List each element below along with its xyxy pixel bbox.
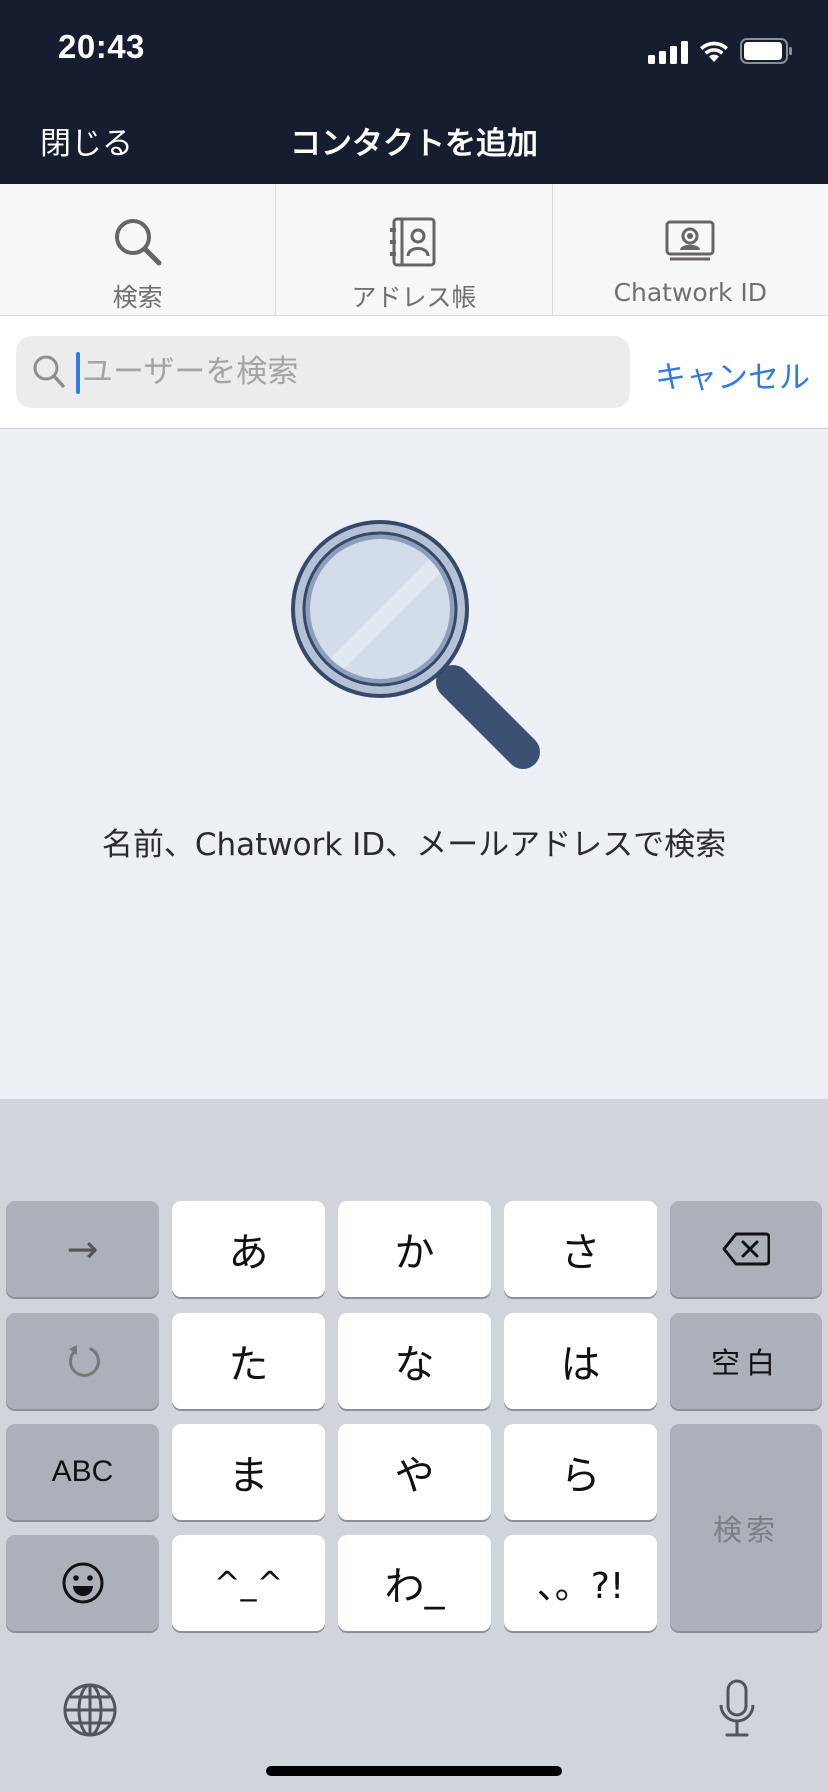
key-ya-label: や <box>394 1453 435 1499</box>
key-a[interactable]: あ <box>172 1201 325 1297</box>
search-icon <box>33 355 65 388</box>
emoji-icon <box>62 1562 103 1604</box>
key-ka-label: か <box>394 1230 435 1276</box>
key-kaomoji-label: ^_^ <box>213 1564 284 1602</box>
next-key[interactable]: → <box>6 1201 159 1297</box>
address-book-icon <box>389 217 436 267</box>
search-key[interactable]: 検索 <box>670 1424 822 1631</box>
key-kaomoji[interactable]: ^_^ <box>172 1535 325 1631</box>
cancel-button[interactable]: キャンセル <box>655 352 810 397</box>
delete-key[interactable] <box>670 1201 822 1297</box>
magnifier-illustration <box>291 520 540 769</box>
tab-search[interactable]: 検索 <box>0 184 277 315</box>
wifi-icon <box>700 41 728 62</box>
status-icons <box>648 36 794 64</box>
key-sa-label: さ <box>560 1230 601 1276</box>
emoji-key[interactable] <box>6 1535 159 1631</box>
key-ma-label: ま <box>228 1453 269 1499</box>
key-ma[interactable]: ま <box>172 1424 325 1520</box>
space-key[interactable]: 空白 <box>670 1313 822 1409</box>
undo-key[interactable] <box>6 1313 159 1409</box>
key-ta[interactable]: た <box>172 1313 325 1409</box>
key-ta-label: た <box>228 1342 269 1388</box>
globe-icon[interactable] <box>62 1682 118 1738</box>
signal-icon <box>648 40 688 64</box>
search-key-label: 検索 <box>712 1512 779 1547</box>
search-field-icon <box>32 354 66 394</box>
search-input[interactable] <box>82 336 602 408</box>
delete-icon <box>722 1232 770 1266</box>
search-icon <box>114 219 162 266</box>
key-na[interactable]: な <box>338 1313 491 1409</box>
key-a-label: あ <box>228 1230 269 1276</box>
home-indicator <box>266 1766 562 1776</box>
key-ha[interactable]: は <box>504 1313 657 1409</box>
next-key-label: → <box>66 1227 99 1271</box>
key-ka[interactable]: か <box>338 1201 491 1297</box>
status-bar: 20:43 <box>0 0 828 96</box>
empty-state: 名前、Chatwork ID、メールアドレスで検索 <box>0 429 828 1099</box>
key-ha-label: は <box>560 1342 601 1388</box>
battery-icon <box>740 38 792 64</box>
page-title: コンタクトを追加 <box>290 126 538 162</box>
id-card-icon <box>665 220 715 261</box>
key-wa-label: わ_ <box>384 1564 445 1610</box>
text-cursor <box>76 352 80 394</box>
search-bar: キャンセル <box>0 316 828 430</box>
status-time: 20:43 <box>58 28 145 65</box>
key-punctuation-label: 、。?! <box>536 1566 625 1607</box>
tab-search-label: 検索 <box>112 283 163 312</box>
tab-chatwork-id[interactable]: Chatwork ID <box>553 184 828 315</box>
key-sa[interactable]: さ <box>504 1201 657 1297</box>
abc-key[interactable]: ABC <box>6 1424 159 1520</box>
keyboard: → あ か さ た な は 空白 ABC ま や ら 検索 ^_^ わ_ 、。?… <box>0 1099 828 1792</box>
microphone-icon[interactable] <box>716 1678 758 1740</box>
space-key-label: 空白 <box>710 1346 781 1380</box>
key-punctuation[interactable]: 、。?! <box>504 1535 657 1631</box>
key-na-label: な <box>394 1342 435 1388</box>
tab-chatwork-id-label: Chatwork ID <box>613 278 768 307</box>
tab-address-book[interactable]: アドレス帳 <box>276 184 553 315</box>
tab-address-book-label: アドレス帳 <box>351 283 477 312</box>
undo-icon <box>68 1345 100 1377</box>
empty-state-hint: 名前、Chatwork ID、メールアドレスで検索 <box>101 827 727 863</box>
nav-bar: 閉じる コンタクトを追加 <box>0 96 828 184</box>
search-field[interactable] <box>16 336 630 408</box>
key-ra-label: ら <box>560 1453 601 1499</box>
abc-key-label: ABC <box>51 1455 114 1488</box>
key-ya[interactable]: や <box>338 1424 491 1520</box>
key-ra[interactable]: ら <box>504 1424 657 1520</box>
add-contact-tabs: 検索 アドレス帳 Chatwork ID <box>0 184 828 316</box>
key-wa[interactable]: わ_ <box>338 1535 491 1631</box>
